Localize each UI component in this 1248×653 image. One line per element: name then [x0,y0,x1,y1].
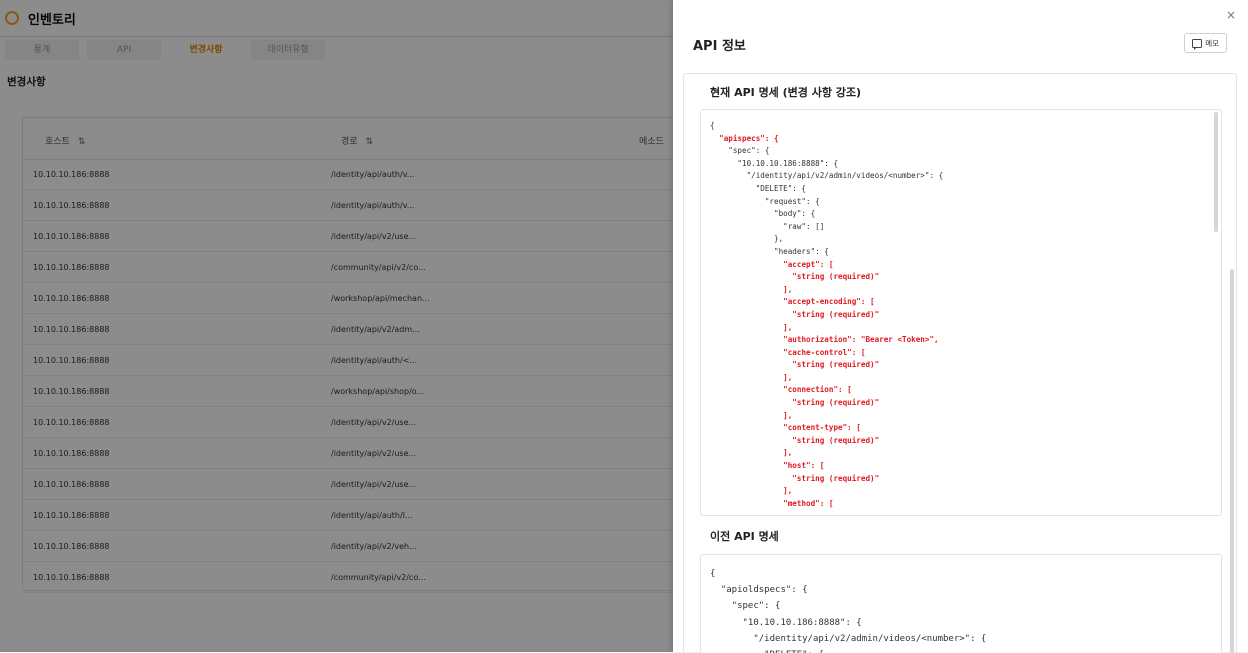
code-line: { [710,569,716,579]
code-line: "body": { [710,209,816,219]
code-line-changed: "connection": [ [783,385,852,395]
code-line-changed: ], [783,448,793,458]
current-spec-code: { "apispecs": { "spec": { "10.10.10.186:… [710,120,943,510]
api-info-drawer: × API 정보 메모 현재 API 명세 (변경 사항 강조) { "apis… [673,0,1248,653]
memo-button-label: 메모 [1205,38,1219,48]
close-icon[interactable]: × [1226,8,1236,22]
code-line-changed: "string (required)" [792,435,880,445]
code-line-changed: "string (required)" [792,473,880,483]
drawer-scrollbar[interactable] [1230,269,1234,653]
code-line: "10.10.10.186:8888": { [710,158,839,168]
code-line: "/identity/api/v2/admin/videos/<number>"… [710,171,944,181]
modal-backdrop[interactable] [0,0,673,652]
code-line: "apioldspecs": { [710,585,808,596]
code-line: "DELETE": { [710,183,807,193]
code-line-changed: "method": [ [783,498,834,508]
code-line: "spec": { [710,601,781,612]
drawer-title: API 정보 [693,39,746,54]
previous-spec-code: { "apioldspecs": { "spec": { "10.10.10.1… [710,566,986,653]
code-line-changed: "apispecs": { [719,133,779,143]
code-line-changed: "accept": [ [783,259,834,269]
code-line-changed: "string (required)" [792,360,880,370]
code-line-changed: "authorization": "Bearer <Token>", [783,335,939,345]
code-line-changed: "cache-control": [ [783,347,866,357]
previous-spec-code-box[interactable]: { "apioldspecs": { "spec": { "10.10.10.1… [700,554,1222,653]
code-line: "spec": { [710,146,770,156]
code-line: "raw": [] [710,221,825,231]
code-line-changed: ], [783,372,793,382]
current-spec-scrollbar[interactable] [1214,112,1218,232]
code-line-changed: "content-type": [ [783,423,861,433]
code-line-changed: "string (required)" [792,398,880,408]
code-line: }, [710,234,784,244]
code-line: "/identity/api/v2/admin/videos/<number>"… [710,633,987,644]
drawer-content[interactable]: 현재 API 명세 (변경 사항 강조) { "apispecs": { "sp… [683,73,1237,653]
memo-button[interactable]: 메모 [1184,33,1227,53]
comment-icon [1192,38,1203,50]
code-line: "request": { [710,196,820,206]
current-spec-heading: 현재 API 명세 (변경 사항 강조) [710,86,862,99]
code-line-changed: ], [783,284,793,294]
code-line-changed: "string (required)" [792,272,880,282]
code-line-changed: "string (required)" [792,309,880,319]
code-line-changed: ], [783,486,793,496]
code-line-changed: "host": [ [783,461,825,471]
code-line-changed: ], [783,322,793,332]
code-line: { [710,121,715,130]
current-spec-code-box[interactable]: { "apispecs": { "spec": { "10.10.10.186:… [700,109,1222,516]
code-line: "10.10.10.186:8888": { [710,617,862,628]
code-line-changed: "accept-encoding": [ [783,297,875,307]
code-line: "headers": { [710,246,829,256]
code-line-changed: ], [783,410,793,420]
previous-spec-heading: 이전 API 명세 [710,530,779,543]
